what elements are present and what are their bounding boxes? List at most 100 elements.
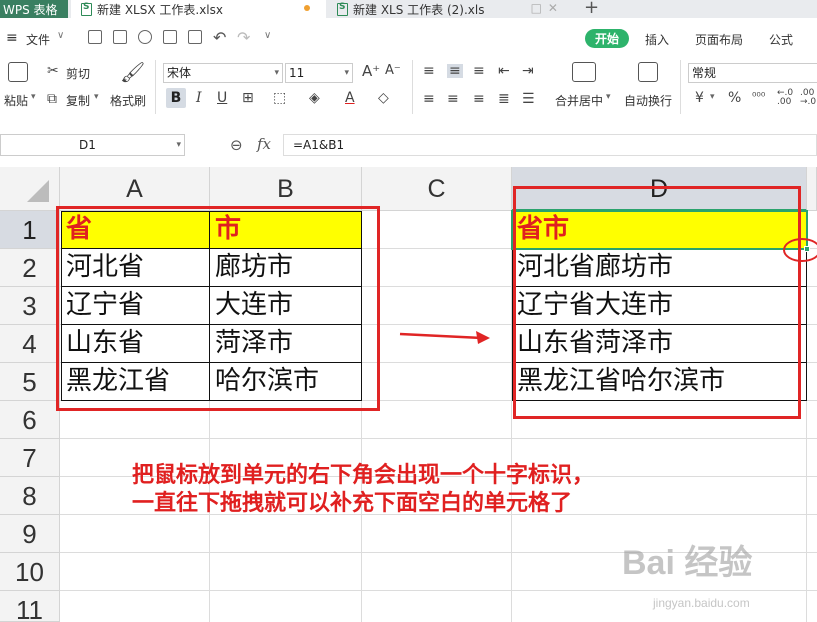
increase-font-icon[interactable]: A⁺ (362, 64, 380, 79)
ribbon-tab-page-layout[interactable]: 页面布局 (695, 31, 743, 48)
wrap-text-icon[interactable] (638, 62, 658, 82)
cut-button[interactable]: 剪切 (66, 65, 90, 82)
row-header-5[interactable]: 5 (0, 363, 60, 401)
brush-icon[interactable]: 🖌 (120, 62, 145, 82)
cell-a3[interactable]: 辽宁省 (61, 287, 209, 324)
align-right-icon[interactable]: ≡ (473, 92, 485, 106)
chevron-down-icon[interactable]: ∨ (57, 30, 64, 41)
align-top-icon[interactable]: ≡ (423, 64, 435, 78)
bold-button[interactable]: B (166, 88, 186, 108)
align-center-icon[interactable]: ≡ (447, 92, 459, 106)
cell-d1[interactable]: 省市 (512, 211, 806, 248)
cell-a1[interactable]: 省 (61, 211, 209, 248)
cell-a5[interactable]: 黑龙江省 (61, 363, 209, 400)
row-header-9[interactable]: 9 (0, 515, 60, 553)
chevron-down-icon[interactable]: ▾ (606, 92, 611, 102)
column-header-a[interactable]: A (60, 167, 210, 211)
decrease-font-icon[interactable]: A⁻ (385, 64, 401, 77)
wrap-text-button[interactable]: 自动换行 (624, 92, 672, 109)
merge-center-button[interactable]: 合并居中 (555, 92, 603, 109)
currency-button[interactable]: ¥ (695, 91, 704, 105)
scissors-icon[interactable]: ✂ (47, 64, 59, 78)
ribbon-tab-formulas[interactable]: 公式 (769, 31, 793, 48)
fill-color-icon[interactable]: ◈ (309, 91, 320, 105)
cell-b2[interactable]: 廊坊市 (210, 249, 361, 286)
cell-b4[interactable]: 菏泽市 (210, 325, 361, 362)
chevron-down-icon[interactable]: ▾ (31, 92, 36, 102)
row-header-7[interactable]: 7 (0, 439, 60, 477)
column-header-b[interactable]: B (210, 167, 362, 211)
redo-icon[interactable]: ↷ (237, 28, 250, 47)
select-all-corner[interactable] (0, 167, 60, 211)
column-header-d[interactable]: D (512, 167, 807, 211)
file-menu[interactable]: 文件 (26, 31, 50, 48)
percent-button[interactable]: % (728, 91, 741, 105)
cell-d3[interactable]: 辽宁省大连市 (512, 287, 806, 324)
number-format-select[interactable]: 常规 (688, 63, 817, 83)
chevron-down-icon[interactable]: ▾ (710, 92, 715, 102)
justify-icon[interactable]: ≣ (498, 92, 510, 106)
row-header-3[interactable]: 3 (0, 287, 60, 325)
row-header-8[interactable]: 8 (0, 477, 60, 515)
format-painter-button[interactable]: 格式刷 (110, 92, 146, 109)
open-folder-icon[interactable] (88, 30, 102, 44)
new-tab-button[interactable]: + (584, 0, 599, 18)
print-icon[interactable] (163, 30, 177, 44)
increase-decimal-icon[interactable]: ←.0.00 (777, 89, 793, 107)
fx-icon[interactable]: fx (257, 135, 271, 153)
app-menu-tab[interactable]: WPS 表格 (0, 0, 68, 18)
copy-button[interactable]: 复制 (66, 92, 90, 109)
row-header-11[interactable]: 11 (0, 591, 60, 622)
cell-b3[interactable]: 大连市 (210, 287, 361, 324)
export-icon[interactable] (138, 30, 152, 44)
align-bottom-icon[interactable]: ≡ (473, 64, 485, 78)
hamburger-icon[interactable]: ≡ (6, 30, 18, 46)
row-header-2[interactable]: 2 (0, 249, 60, 287)
underline-button[interactable]: U (217, 91, 227, 105)
chevron-down-icon[interactable]: ∨ (264, 30, 271, 41)
paste-button[interactable]: 粘贴 (4, 92, 28, 109)
column-header-e[interactable] (807, 167, 817, 211)
row-header-6[interactable]: 6 (0, 401, 60, 439)
tab-close-icon[interactable]: □✕ (531, 1, 564, 15)
italic-button[interactable]: I (196, 91, 202, 105)
name-box[interactable]: D1 ▾ (0, 134, 185, 156)
cell-b5[interactable]: 哈尔滨市 (210, 363, 361, 400)
decrease-indent-icon[interactable]: ⇤ (498, 64, 510, 78)
chevron-down-icon[interactable]: ▾ (94, 92, 99, 102)
cell-d4[interactable]: 山东省菏泽市 (512, 325, 806, 362)
ribbon-tab-start[interactable]: 开始 (585, 29, 629, 48)
merge-cells-icon[interactable] (572, 62, 596, 82)
row-header-4[interactable]: 4 (0, 325, 60, 363)
row-header-1[interactable]: 1 (0, 211, 60, 249)
ribbon-tab-insert[interactable]: 插入 (645, 31, 669, 48)
increase-indent-icon[interactable]: ⇥ (522, 64, 534, 78)
align-left-icon[interactable]: ≡ (423, 92, 435, 106)
borders-icon[interactable]: ⊞ (242, 91, 254, 105)
cell-d2[interactable]: 河北省廊坊市 (512, 249, 806, 286)
undo-icon[interactable]: ↶ (213, 28, 226, 47)
formula-input[interactable]: =A1&B1 (283, 134, 817, 156)
save-icon[interactable] (113, 30, 127, 44)
paste-icon[interactable] (8, 62, 28, 82)
zoom-icon[interactable]: ⊖ (230, 136, 243, 154)
thousands-separator-icon[interactable]: ⁰⁰⁰ (752, 91, 765, 102)
distributed-icon[interactable]: ☰ (522, 92, 535, 106)
document-tab-active[interactable]: 新建 XLSX 工作表.xlsx (71, 0, 326, 18)
font-name-select[interactable]: 宋体 ▾ (163, 63, 283, 83)
cell-a2[interactable]: 河北省 (61, 249, 209, 286)
decrease-decimal-icon[interactable]: .00 →.0 (800, 89, 816, 107)
cell-b1[interactable]: 市 (210, 211, 361, 248)
font-size-select[interactable]: 11 ▾ (285, 63, 353, 83)
cell-a4[interactable]: 山东省 (61, 325, 209, 362)
document-tab[interactable]: 新建 XLS 工作表 (2).xls □✕ (327, 0, 576, 18)
font-color-icon[interactable]: A (345, 91, 355, 105)
copy-icon[interactable]: ⧉ (47, 92, 57, 106)
eraser-icon[interactable]: ◇ (378, 91, 389, 105)
row-header-10[interactable]: 10 (0, 553, 60, 591)
column-header-c[interactable]: C (362, 167, 512, 211)
fill-pattern-icon[interactable]: ⬚ (273, 91, 286, 105)
print-preview-icon[interactable] (188, 30, 202, 44)
cell-d5[interactable]: 黑龙江省哈尔滨市 (512, 363, 806, 400)
align-middle-icon[interactable]: ≡ (447, 64, 463, 78)
